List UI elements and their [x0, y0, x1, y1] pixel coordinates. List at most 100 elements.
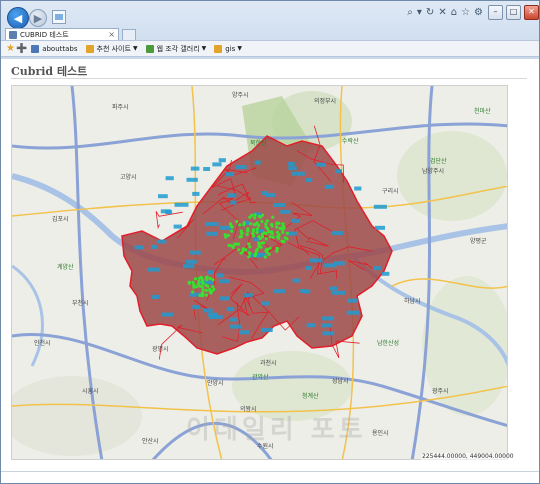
- building-marker[interactable]: [238, 330, 250, 335]
- hotspot-point[interactable]: [201, 291, 205, 295]
- hotspot-point[interactable]: [205, 278, 209, 282]
- hotspot-point[interactable]: [195, 285, 199, 289]
- hotspot-point[interactable]: [275, 247, 279, 251]
- building-marker[interactable]: [373, 266, 381, 271]
- hotspot-point[interactable]: [253, 216, 257, 220]
- favorite-gis[interactable]: gis ▼: [214, 44, 242, 53]
- building-marker[interactable]: [288, 161, 295, 166]
- hotspot-point[interactable]: [237, 248, 241, 252]
- forward-button[interactable]: ▶: [29, 9, 47, 27]
- hotspot-point[interactable]: [258, 215, 263, 219]
- building-marker[interactable]: [186, 177, 198, 182]
- building-marker[interactable]: [183, 264, 195, 269]
- hotspot-point[interactable]: [282, 226, 286, 230]
- building-marker[interactable]: [225, 172, 235, 177]
- hotspot-point[interactable]: [285, 231, 289, 235]
- building-marker[interactable]: [292, 278, 301, 283]
- building-marker[interactable]: [300, 289, 307, 293]
- hotspot-point[interactable]: [263, 255, 267, 259]
- building-marker[interactable]: [219, 279, 230, 284]
- building-marker[interactable]: [216, 273, 224, 278]
- building-marker[interactable]: [346, 310, 360, 315]
- building-marker[interactable]: [290, 218, 300, 223]
- hotspot-point[interactable]: [198, 293, 202, 297]
- building-marker[interactable]: [288, 166, 297, 171]
- home-icon[interactable]: ⌂: [451, 7, 457, 18]
- building-marker[interactable]: [236, 165, 247, 170]
- hotspot-point[interactable]: [264, 222, 268, 226]
- dropdown-icon[interactable]: ▾: [417, 7, 422, 18]
- hotspot-point[interactable]: [229, 224, 233, 228]
- refresh-icon[interactable]: ↻: [426, 7, 434, 18]
- building-marker[interactable]: [219, 225, 231, 230]
- building-marker[interactable]: [373, 204, 387, 209]
- building-marker[interactable]: [291, 171, 305, 176]
- close-button[interactable]: ✕: [524, 5, 539, 20]
- building-marker[interactable]: [147, 267, 161, 272]
- building-marker[interactable]: [190, 166, 200, 171]
- hotspot-point[interactable]: [280, 239, 284, 243]
- hotspot-point[interactable]: [201, 288, 205, 292]
- building-marker[interactable]: [207, 270, 215, 275]
- map-viewer[interactable]: 고양시 의정부시 남양주시 부천시 광명시 과천시 성남시 하남시 구리시 안양…: [11, 85, 508, 460]
- hotspot-point[interactable]: [257, 242, 261, 247]
- building-marker[interactable]: [208, 315, 223, 319]
- building-marker[interactable]: [329, 286, 338, 291]
- hotspot-point[interactable]: [242, 221, 246, 225]
- building-marker[interactable]: [324, 184, 334, 189]
- hotspot-point[interactable]: [260, 241, 264, 245]
- building-marker[interactable]: [206, 231, 218, 236]
- building-marker[interactable]: [165, 176, 174, 181]
- hotspot-point[interactable]: [269, 222, 274, 227]
- favorites-icon[interactable]: ☆: [461, 7, 470, 18]
- hotspot-point[interactable]: [281, 230, 285, 234]
- building-marker[interactable]: [347, 298, 359, 303]
- hotspot-point[interactable]: [197, 276, 202, 280]
- hotspot-point[interactable]: [255, 247, 259, 251]
- hotspot-point[interactable]: [265, 250, 269, 254]
- hotspot-point[interactable]: [260, 235, 265, 239]
- hotspot-point[interactable]: [252, 234, 256, 238]
- hotspot-point[interactable]: [248, 245, 252, 249]
- hotspot-point[interactable]: [255, 227, 259, 231]
- hotspot-point[interactable]: [236, 242, 241, 246]
- building-marker[interactable]: [280, 209, 291, 214]
- hotspot-point[interactable]: [235, 219, 239, 224]
- building-marker[interactable]: [316, 162, 326, 167]
- hotspot-point[interactable]: [264, 225, 268, 229]
- hotspot-point[interactable]: [271, 235, 275, 239]
- hotspot-point[interactable]: [268, 246, 272, 250]
- hotspot-point[interactable]: [238, 223, 242, 227]
- building-marker[interactable]: [212, 162, 222, 167]
- hotspot-point[interactable]: [271, 215, 275, 219]
- building-marker[interactable]: [185, 259, 197, 264]
- hotspot-point[interactable]: [285, 237, 289, 241]
- hotspot-point[interactable]: [198, 284, 202, 288]
- hotspot-point[interactable]: [278, 226, 282, 230]
- building-marker[interactable]: [160, 209, 171, 214]
- hotspot-point[interactable]: [277, 235, 281, 240]
- hotspot-point[interactable]: [250, 213, 254, 217]
- stop-icon[interactable]: ✕: [438, 7, 446, 18]
- building-marker[interactable]: [322, 331, 335, 336]
- building-marker[interactable]: [158, 194, 168, 199]
- favorite-web-slice-gallery[interactable]: 웹 조각 갤러리 ▼: [145, 44, 206, 54]
- building-marker[interactable]: [254, 160, 261, 165]
- hotspot-point[interactable]: [245, 232, 249, 236]
- hotspot-point[interactable]: [253, 213, 257, 217]
- building-marker[interactable]: [226, 307, 235, 312]
- building-marker[interactable]: [375, 225, 385, 230]
- building-marker[interactable]: [265, 193, 275, 198]
- building-marker[interactable]: [335, 169, 342, 174]
- hotspot-point[interactable]: [206, 284, 210, 288]
- hotspot-point[interactable]: [211, 285, 215, 289]
- building-marker[interactable]: [321, 323, 333, 328]
- hotspot-point[interactable]: [248, 252, 252, 256]
- building-marker[interactable]: [151, 244, 158, 249]
- hotspot-point[interactable]: [249, 222, 253, 226]
- hotspot-point[interactable]: [244, 248, 248, 252]
- hotspot-point[interactable]: [264, 237, 268, 241]
- hotspot-point[interactable]: [191, 290, 195, 294]
- hotspot-point[interactable]: [227, 243, 231, 248]
- hotspot-point[interactable]: [257, 235, 261, 239]
